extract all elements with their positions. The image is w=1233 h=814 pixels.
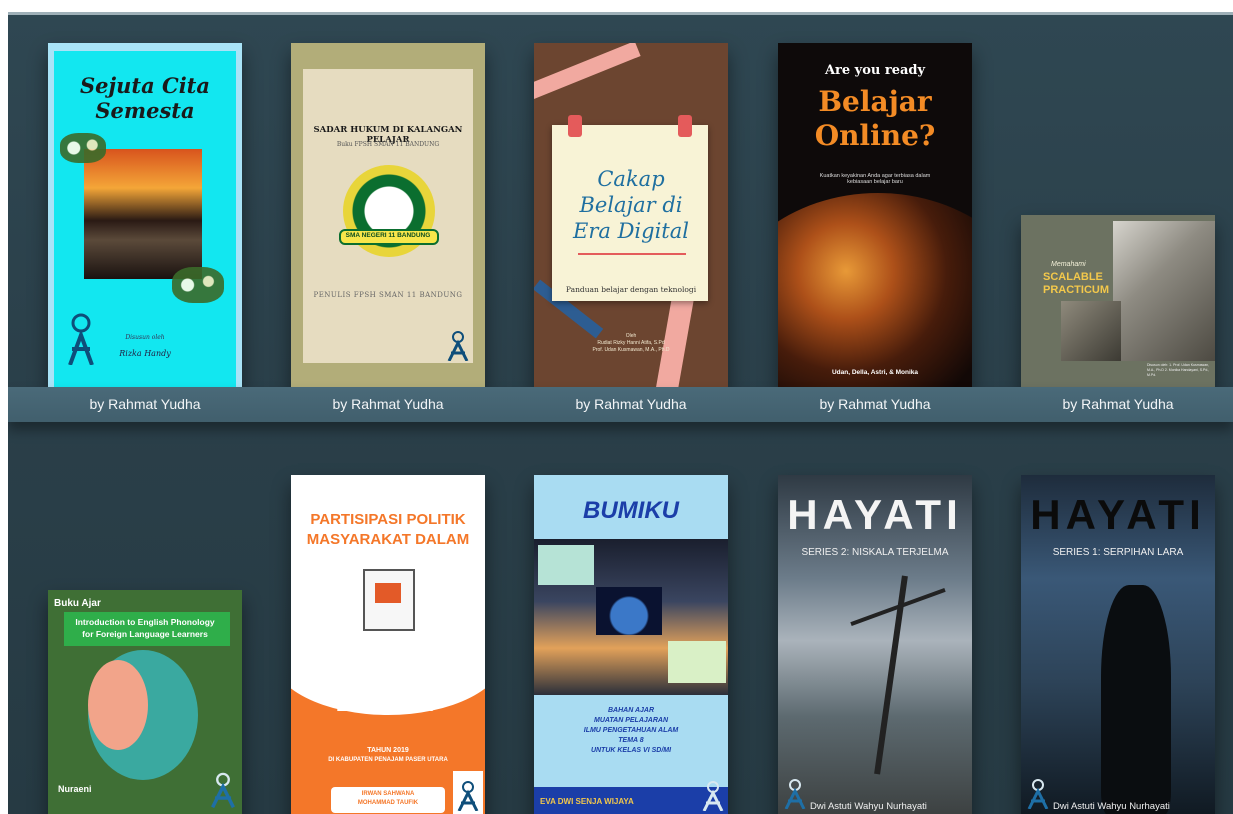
city-lights-earth <box>778 193 972 388</box>
book-author: EVA DWI SENJA WIJAYA <box>540 797 634 806</box>
book-year: TAHUN 2019 <box>367 747 409 754</box>
clip-icon <box>568 115 582 137</box>
book-author: PENULIS FPSH SMAN 11 BANDUNG <box>313 291 463 299</box>
book-cover-sadar-hukum[interactable]: SADAR HUKUM DI KALANGAN PELAJAR Buku FPS… <box>291 43 485 388</box>
book-title-line2: Belajar di <box>579 193 683 217</box>
cover-panel: SADAR HUKUM DI KALANGAN PELAJAR Buku FPS… <box>303 69 473 363</box>
book-cover-sejuta-cita-semesta[interactable]: Sejuta Cita Semesta Disusun oleh Rizka H… <box>48 43 242 388</box>
book-author-label[interactable]: by Rahmat Yudha <box>48 396 242 412</box>
book-place: DI KABUPATEN PENAJAM PASER UTARA <box>328 757 448 763</box>
shelf-row-1: by Rahmat Yudha by Rahmat Yudha by Rahma… <box>8 387 1233 422</box>
book-author: Dwi Astuti Wahyu Nurhayati <box>810 801 927 812</box>
publisher-logo-icon <box>208 770 238 810</box>
book-author: Udan, Della, Astri, & Monika <box>831 369 919 376</box>
title-underline <box>578 253 686 255</box>
ballot-box-flag <box>375 583 401 603</box>
book-author-label[interactable]: by Rahmat Yudha <box>291 396 485 412</box>
book-subtitle: UNTUK KELAS VI SD/MI <box>590 747 672 754</box>
ruler-decoration <box>534 43 641 101</box>
book-cover-scalable-practicum[interactable]: Memahami SCALABLE PRACTICUM Disusun oleh… <box>1021 215 1215 388</box>
book-cover-english-phonology[interactable]: Buku Ajar Introduction to English Phonol… <box>48 590 242 814</box>
book-title-line2: PRACTICUM <box>1043 284 1109 296</box>
book-title: BUMIKU <box>583 497 679 524</box>
book-title-line3: PEMILIHAN UMUM <box>308 671 468 691</box>
book-title-line2: MASYARAKAT DALAM <box>306 531 470 548</box>
book-subtitle: MUATAN PELAJARAN <box>593 717 669 724</box>
publisher-logo-icon <box>64 313 98 366</box>
book-subtitle: ILMU PENGETAHUAN ALAM <box>583 727 679 734</box>
book-title-line3: Era Digital <box>573 219 689 243</box>
book-author: Dwi Astuti Wahyu Nurhayati <box>1053 801 1170 812</box>
book-cover-cakap-belajar[interactable]: Cakap Belajar di Era Digital Panduan bel… <box>534 43 728 388</box>
book-author: Prof. Udan Kusmawan, M.A., Ph.D <box>592 347 670 353</box>
book-author: Rudiat Rizky Hanni Atifa, S.Pd <box>597 340 665 346</box>
book-subtitle: TEMA 8 <box>618 737 644 744</box>
book-kicker: Buku Ajar <box>54 598 101 609</box>
book-author-label[interactable]: by Rahmat Yudha <box>778 396 972 412</box>
publisher-logo-icon <box>1025 779 1051 810</box>
book-title-line4: LEGISLATIF <box>336 695 440 715</box>
book-kicker: Are you ready <box>824 63 926 78</box>
publisher-logo-icon <box>700 781 726 812</box>
book-author-label[interactable]: by Rahmat Yudha <box>534 396 728 412</box>
ear-illustration <box>88 660 148 750</box>
publisher-logo-icon <box>782 779 808 810</box>
book-title: HAYATI <box>1030 491 1206 538</box>
book-title: Introduction to English Phonology for Fo… <box>75 617 215 639</box>
earth-image <box>596 587 662 635</box>
book-series: SERIES 2: NISKALA TERJELMA <box>801 547 949 558</box>
book-title-line1: SCALABLE <box>1043 271 1103 283</box>
book-title-line1: Cakap <box>597 167 665 191</box>
clip-icon <box>678 115 692 137</box>
cover-panel: Sejuta Cita Semesta Disusun oleh Rizka H… <box>54 51 236 387</box>
book-kicker: Memahami <box>1051 261 1086 268</box>
book-cover-hayati-series-1[interactable]: HAYATI SERIES 1: SERPIHAN LARA Dwi Astut… <box>1021 475 1215 814</box>
cover-photo <box>84 149 202 279</box>
book-title-line1: Belajar <box>818 85 932 118</box>
lab-photo <box>1113 221 1215 361</box>
book-author-label[interactable]: by Rahmat Yudha <box>1021 396 1215 412</box>
hooded-figure <box>1101 585 1171 814</box>
emblem-label: SMA NEGERI 11 BANDUNG <box>345 232 431 239</box>
book-cover-belajar-online[interactable]: Are you ready Belajar Online? Kuatkan ke… <box>778 43 972 388</box>
book-author: Disusun oleh: 1. Prof. Udan Kusmawan, M.… <box>1147 363 1210 377</box>
book-subtitle: Buku FPSH SMAN 11 BANDUNG <box>336 141 440 148</box>
book-tagline: Kuatkan keyakinan Anda agar terbiasa dal… <box>819 173 931 185</box>
book-title: Sejuta Cita Semesta <box>79 73 210 123</box>
top-divider <box>8 12 1233 15</box>
diagram-thumbnail <box>668 641 726 683</box>
flower-decoration <box>172 267 224 303</box>
publisher-logo-icon <box>445 331 471 362</box>
book-cover-hayati-series-2[interactable]: HAYATI SERIES 2: NISKALA TERJELMA Dwi As… <box>778 475 972 814</box>
book-subtitle: Panduan belajar dengan teknologi <box>565 285 697 294</box>
book-author: Nuraeni <box>58 784 92 794</box>
book-cover-partisipasi-politik[interactable]: PARTISIPASI POLITIK MASYARAKAT DALAM PEM… <box>291 475 485 814</box>
author-label: Oleh <box>625 333 637 339</box>
bookshelf: Sejuta Cita Semesta Disusun oleh Rizka H… <box>8 12 1233 814</box>
flower-decoration <box>60 133 106 163</box>
book-cover-bumiku[interactable]: BUMIKU BAHAN AJAR MUATAN PELAJARAN ILMU … <box>534 475 728 814</box>
book-title: HAYATI <box>787 491 963 538</box>
book-title-line2: Online? <box>814 119 936 152</box>
book-subtitle: BAHAN AJAR <box>607 707 655 714</box>
book-title-line1: PARTISIPASI POLITIK <box>310 511 466 528</box>
lab-photo <box>1061 301 1121 361</box>
diagram-thumbnail <box>538 545 594 585</box>
publisher-logo-icon <box>455 781 481 812</box>
book-series: SERIES 1: SERPIHAN LARA <box>1052 547 1184 558</box>
